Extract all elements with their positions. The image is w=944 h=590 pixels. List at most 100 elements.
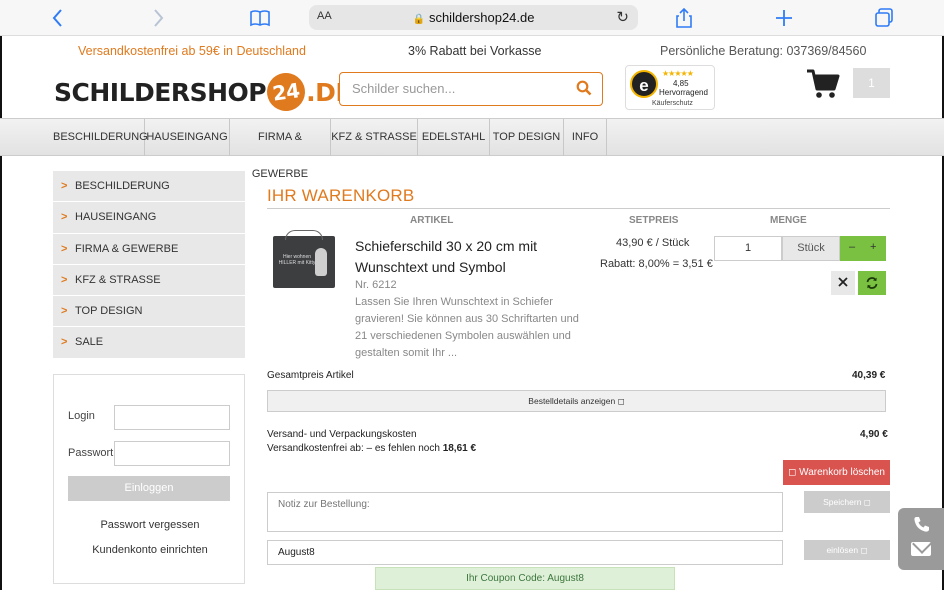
cat-symbol-icon	[315, 248, 327, 276]
page-title: IHR WARENKORB	[267, 186, 415, 205]
browser-toolbar: AA 🔒 schildershop24.de ↻	[0, 0, 944, 36]
main-navigation: BESCHILDERUNG HAUSEINGANG FIRMA & GEWERB…	[0, 118, 944, 180]
column-header-quantity: MENGE	[770, 215, 807, 226]
trusted-shops-badge[interactable]: e ★★★★★ 4,85 Hervorragend Käuferschutz	[625, 65, 715, 110]
quantity-stepper: – +	[840, 236, 886, 261]
address-bar[interactable]: AA 🔒 schildershop24.de ↻	[309, 5, 638, 30]
rating-stars: ★★★★★	[662, 69, 694, 78]
redeem-label: einlösen	[826, 545, 859, 555]
nav-item-firma-gewerbe[interactable]: FIRMA & GEWERBE	[230, 119, 331, 180]
nav-item-hauseingang[interactable]: HAUSEINGANG	[145, 119, 230, 156]
chevron-right-icon: >	[61, 336, 68, 349]
login-button[interactable]: Einloggen	[68, 476, 230, 501]
logo-text-shop: SHOP	[189, 77, 267, 107]
sidebar-item-label: SALE	[75, 336, 104, 349]
product-image-text: Hier wohnen HILLER mit Kitty	[278, 254, 316, 266]
nav-item-info[interactable]: INFO	[564, 119, 607, 156]
sidebar-item-top-design[interactable]: > TOP DESIGN	[53, 296, 245, 328]
chevron-right-icon: >	[61, 211, 68, 224]
buyer-protection-label: Käuferschutz	[652, 100, 693, 107]
cart-count-badge[interactable]: 1	[853, 68, 890, 98]
chevron-right-icon: >	[61, 242, 68, 255]
back-icon[interactable]	[46, 6, 70, 30]
product-image[interactable]: Hier wohnen HILLER mit Kitty	[273, 230, 335, 288]
order-note-input[interactable]	[268, 493, 782, 531]
product-description: Lassen Sie Ihren Wunschtext in Schiefer …	[355, 296, 579, 359]
forward-icon[interactable]	[146, 6, 170, 30]
search-icon[interactable]	[576, 80, 592, 96]
new-tab-icon[interactable]	[772, 6, 796, 30]
free-shipping-text: Versandkostenfrei ab: – es fehlen noch	[267, 443, 440, 454]
update-cart-button[interactable]	[858, 271, 886, 295]
total-label: Gesamtpreis Artikel	[267, 370, 354, 381]
discount-info: 3% Rabatt bei Vorkasse	[408, 44, 542, 58]
sidebar-item-kfz-strasse[interactable]: > KFZ & STRASSE	[53, 264, 245, 297]
decrease-button[interactable]: –	[849, 241, 855, 253]
search-input[interactable]	[352, 81, 572, 96]
redeem-coupon-button[interactable]: einlösen ◻	[804, 540, 890, 560]
nav-item-beschilderung[interactable]: BESCHILDERUNG	[53, 119, 148, 156]
quantity-unit: Stück	[782, 236, 840, 261]
clear-cart-label: Warenkorb löschen	[799, 467, 885, 478]
sidebar-item-beschilderung[interactable]: > BESCHILDERUNG	[53, 171, 245, 203]
close-icon	[838, 277, 848, 287]
logo-text-schilder: SCHILDER	[54, 77, 190, 107]
free-shipping-info: Versandkostenfrei ab: – es fehlen noch 1…	[267, 443, 476, 454]
coupon-input[interactable]: August8	[267, 540, 783, 565]
login-panel: Login Passwort Einloggen Passwort verges…	[53, 374, 245, 584]
tabs-overview-icon[interactable]	[872, 6, 896, 30]
refresh-icon	[866, 277, 878, 289]
remove-item-button[interactable]	[831, 271, 855, 295]
trash-icon: ◻	[788, 467, 797, 478]
shipping-value: 4,90 €	[860, 429, 888, 440]
rating-label: Hervorragend	[659, 88, 708, 97]
sidebar-item-hauseingang[interactable]: > HAUSEINGANG	[53, 202, 245, 234]
clear-cart-button[interactable]: ◻ Warenkorb löschen	[783, 460, 890, 485]
sidebar-item-sale[interactable]: > SALE	[53, 327, 245, 359]
password-label: Passwort	[68, 447, 114, 459]
product-name[interactable]: Schieferschild 30 x 20 cm mit Wunschtext…	[355, 236, 555, 278]
url-value: schildershop24.de	[428, 10, 535, 25]
title-divider	[267, 208, 890, 209]
sidebar-item-label: TOP DESIGN	[75, 305, 143, 318]
chevron-right-icon: >	[61, 305, 68, 318]
bookmarks-icon[interactable]	[248, 6, 272, 30]
sidebar-item-label: HAUSEINGANG	[75, 211, 157, 224]
register-link[interactable]: Kundenkonto einrichten	[54, 544, 246, 556]
save-note-button[interactable]: Speichern ◻	[804, 491, 890, 513]
product-image-hanger	[285, 230, 323, 240]
total-value: 40,39 €	[852, 370, 886, 381]
rating-score: 4,85	[673, 79, 689, 88]
search-box	[339, 72, 603, 106]
save-note-label: Speichern	[823, 497, 862, 507]
password-field[interactable]	[114, 441, 230, 466]
info-bar: Versandkostenfrei ab 59€ in Deutschland …	[0, 44, 944, 60]
shop-logo[interactable]: SCHILDER SHOP 24 .DE	[54, 70, 352, 114]
discount-info: Rabatt: 8,00% = 3,51 €	[600, 258, 713, 270]
nav-item-top-design[interactable]: TOP DESIGN	[490, 119, 564, 156]
trusted-seal-icon: e	[630, 70, 658, 98]
coupon-success-message: Ihr Coupon Code: August8	[375, 567, 675, 590]
reload-icon[interactable]: ↻	[616, 8, 629, 26]
order-note-box	[267, 492, 783, 532]
chevron-right-icon: >	[61, 180, 68, 192]
increase-button[interactable]: +	[870, 241, 876, 253]
shipping-label: Versand- und Verpackungskosten	[267, 429, 417, 440]
product-number: Nr. 6212	[355, 279, 397, 291]
shipping-info: Versandkostenfrei ab 59€ in Deutschland	[78, 44, 306, 58]
sidebar-item-firma-gewerbe[interactable]: > FIRMA & GEWERBE	[53, 233, 245, 265]
login-field[interactable]	[114, 405, 230, 430]
nav-item-edelstahl[interactable]: EDELSTAHL	[418, 119, 490, 156]
order-details-button[interactable]: Bestelldetails anzeigen ◻	[267, 390, 886, 412]
forgot-password-link[interactable]: Passwort vergessen	[54, 519, 246, 531]
order-details-label: Bestelldetails anzeigen	[528, 396, 616, 406]
phone-info[interactable]: Persönliche Beratung: 037369/84560	[660, 44, 866, 58]
cart-icon[interactable]	[806, 68, 840, 100]
nav-item-kfz-strasse[interactable]: KFZ & STRASSE	[331, 119, 418, 156]
lock-icon: 🔒	[412, 14, 425, 25]
mail-icon[interactable]	[911, 542, 931, 556]
share-icon[interactable]	[672, 6, 696, 30]
quantity-input[interactable]: 1	[714, 236, 782, 261]
contact-widget[interactable]	[898, 508, 944, 570]
set-price: 43,90 € / Stück	[616, 237, 690, 249]
